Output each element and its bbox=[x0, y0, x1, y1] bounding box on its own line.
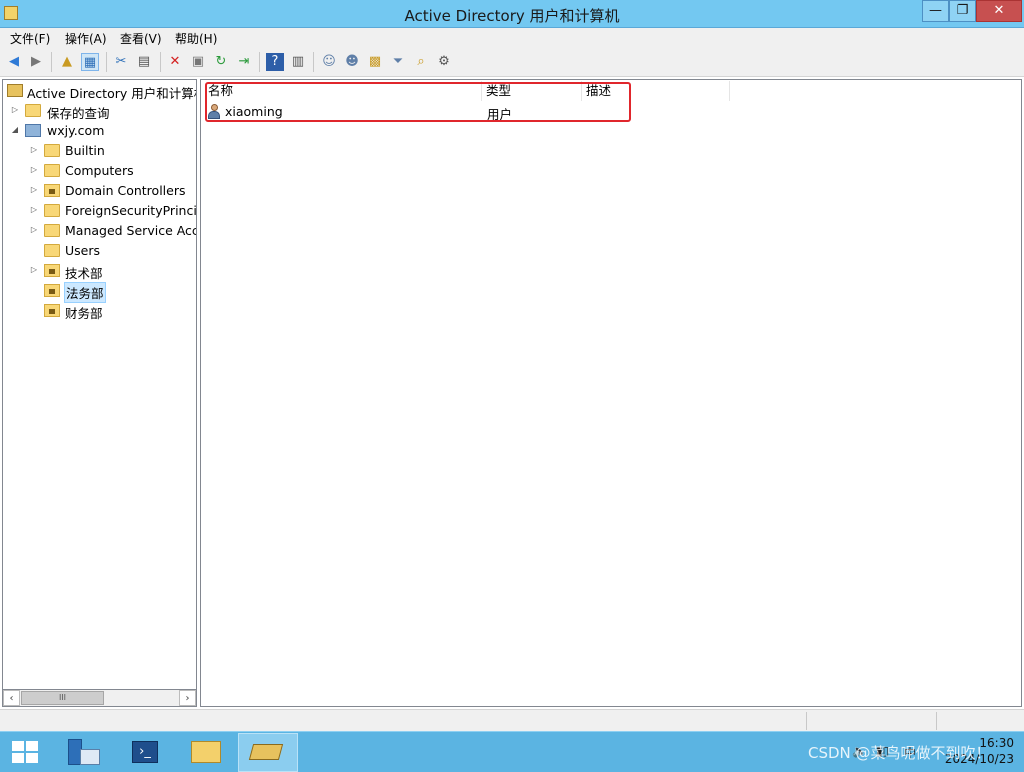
folder-icon bbox=[44, 224, 60, 237]
column-header-description[interactable]: 描述 bbox=[582, 81, 730, 101]
minimize-button[interactable]: — bbox=[922, 0, 949, 22]
folder-icon bbox=[44, 244, 60, 257]
tree-item-builtin[interactable]: ▷ Builtin bbox=[3, 141, 196, 161]
watermark: CSDN @菜鸟呢做不到吹！ bbox=[808, 744, 991, 762]
expand-icon[interactable]: ▷ bbox=[29, 165, 39, 174]
ou-icon bbox=[44, 264, 60, 277]
tree-item-domain-controllers[interactable]: ▷ Domain Controllers bbox=[3, 181, 196, 201]
back-icon[interactable]: ◀ bbox=[5, 53, 23, 71]
folder-icon bbox=[44, 144, 60, 157]
new-user-icon[interactable]: ☺ bbox=[320, 53, 338, 71]
window-title: Active Directory 用户和计算机 bbox=[404, 7, 620, 25]
close-button[interactable]: ✕ bbox=[976, 0, 1022, 22]
menu-file[interactable]: 文件(F) bbox=[10, 30, 50, 47]
list-item-type: 用户 bbox=[487, 107, 513, 122]
tree-item-computers[interactable]: ▷ Computers bbox=[3, 161, 196, 181]
tree-item-finance-dept[interactable]: 财务部 bbox=[3, 301, 196, 321]
expand-icon[interactable]: ▷ bbox=[29, 185, 39, 194]
tree-root[interactable]: Active Directory 用户和计算机 bbox=[3, 81, 196, 101]
status-bar bbox=[0, 709, 1024, 731]
delete-icon[interactable]: ✕ bbox=[166, 53, 184, 71]
collapse-icon[interactable]: ◢ bbox=[10, 125, 20, 134]
file-explorer-icon[interactable] bbox=[176, 733, 240, 772]
expand-icon[interactable]: ▷ bbox=[29, 145, 39, 154]
toolbar: ◀ ▶ ▲ ▦ ✂ ▤ ✕ ▣ ↻ ⇥ ? ▥ ☺ ☻ ▩ ⏷ ⌕ ⚙ bbox=[0, 47, 1024, 77]
title-bar: Active Directory 用户和计算机 — ❐ ✕ bbox=[0, 0, 1024, 28]
expand-icon[interactable]: ▷ bbox=[29, 225, 39, 234]
scroll-right-icon[interactable]: › bbox=[179, 690, 196, 706]
tree-item-foreign-security-principals[interactable]: ▷ ForeignSecurityPrincipa bbox=[3, 201, 196, 221]
copy-icon[interactable]: ▤ bbox=[135, 53, 153, 71]
server-manager-icon[interactable] bbox=[52, 733, 116, 772]
show-tree-icon[interactable]: ▦ bbox=[81, 53, 99, 71]
tree-item-saved-queries[interactable]: ▷ 保存的查询 bbox=[3, 101, 196, 121]
tree-item-domain[interactable]: ◢ wxjy.com bbox=[3, 121, 196, 141]
console-icon[interactable]: ▥ bbox=[289, 53, 307, 71]
menu-action[interactable]: 操作(A) bbox=[65, 30, 107, 47]
ou-icon bbox=[44, 284, 60, 297]
folder-icon bbox=[44, 204, 60, 217]
expand-icon[interactable]: ▷ bbox=[10, 105, 20, 114]
tree-item-legal-dept[interactable]: 法务部 bbox=[3, 281, 196, 303]
list-item-name: xiaoming bbox=[225, 104, 283, 119]
folder-icon bbox=[25, 104, 41, 117]
column-header-name[interactable]: 名称 bbox=[204, 81, 482, 101]
expand-icon[interactable]: ▷ bbox=[29, 205, 39, 214]
up-folder-icon[interactable]: ▲ bbox=[58, 53, 76, 71]
list-item[interactable]: xiaoming 用户 bbox=[205, 103, 705, 122]
windows-logo-icon bbox=[12, 741, 40, 765]
cut-icon[interactable]: ✂ bbox=[112, 53, 130, 71]
menu-help[interactable]: 帮助(H) bbox=[175, 30, 217, 47]
folder-icon bbox=[44, 164, 60, 177]
tree-item-tech-dept[interactable]: ▷ 技术部 bbox=[3, 261, 196, 281]
scroll-thumb[interactable]: III bbox=[21, 691, 104, 705]
ou-icon bbox=[44, 304, 60, 317]
powershell-icon[interactable]: ›_ bbox=[114, 733, 178, 772]
ad-users-computers-icon[interactable] bbox=[238, 733, 298, 772]
user-icon bbox=[207, 104, 221, 119]
column-header-type[interactable]: 类型 bbox=[482, 81, 582, 101]
expand-icon[interactable]: ▷ bbox=[29, 265, 39, 274]
help-icon[interactable]: ? bbox=[266, 53, 284, 71]
refresh-icon[interactable]: ↻ bbox=[212, 53, 230, 71]
tree-pane[interactable]: Active Directory 用户和计算机 ▷ 保存的查询 ◢ wxjy.c… bbox=[2, 79, 197, 707]
tree-item-users[interactable]: Users bbox=[3, 241, 196, 261]
new-ou-icon[interactable]: ▩ bbox=[366, 53, 384, 71]
tree-horizontal-scrollbar[interactable]: ‹ III › bbox=[2, 689, 197, 707]
details-pane[interactable]: 名称 类型 描述 xiaoming 用户 bbox=[200, 79, 1022, 707]
export-list-icon[interactable]: ⇥ bbox=[235, 53, 253, 71]
start-button[interactable] bbox=[0, 733, 52, 772]
find-icon[interactable]: ⌕ bbox=[412, 53, 430, 71]
menu-bar: 文件(F) 操作(A) 查看(V) 帮助(H) bbox=[0, 28, 1024, 47]
delegate-icon[interactable]: ⚙ bbox=[435, 53, 453, 71]
filter-icon[interactable]: ⏷ bbox=[389, 53, 407, 71]
ad-root-icon bbox=[7, 84, 23, 97]
ou-icon bbox=[44, 184, 60, 197]
menu-view[interactable]: 查看(V) bbox=[120, 30, 162, 47]
new-group-icon[interactable]: ☻ bbox=[343, 53, 361, 71]
properties-icon[interactable]: ▣ bbox=[189, 53, 207, 71]
scroll-left-icon[interactable]: ‹ bbox=[3, 690, 20, 706]
restore-button[interactable]: ❐ bbox=[949, 0, 976, 22]
domain-icon bbox=[25, 124, 41, 137]
forward-icon[interactable]: ▶ bbox=[27, 53, 45, 71]
tree-item-managed-service-accounts[interactable]: ▷ Managed Service Acco bbox=[3, 221, 196, 241]
